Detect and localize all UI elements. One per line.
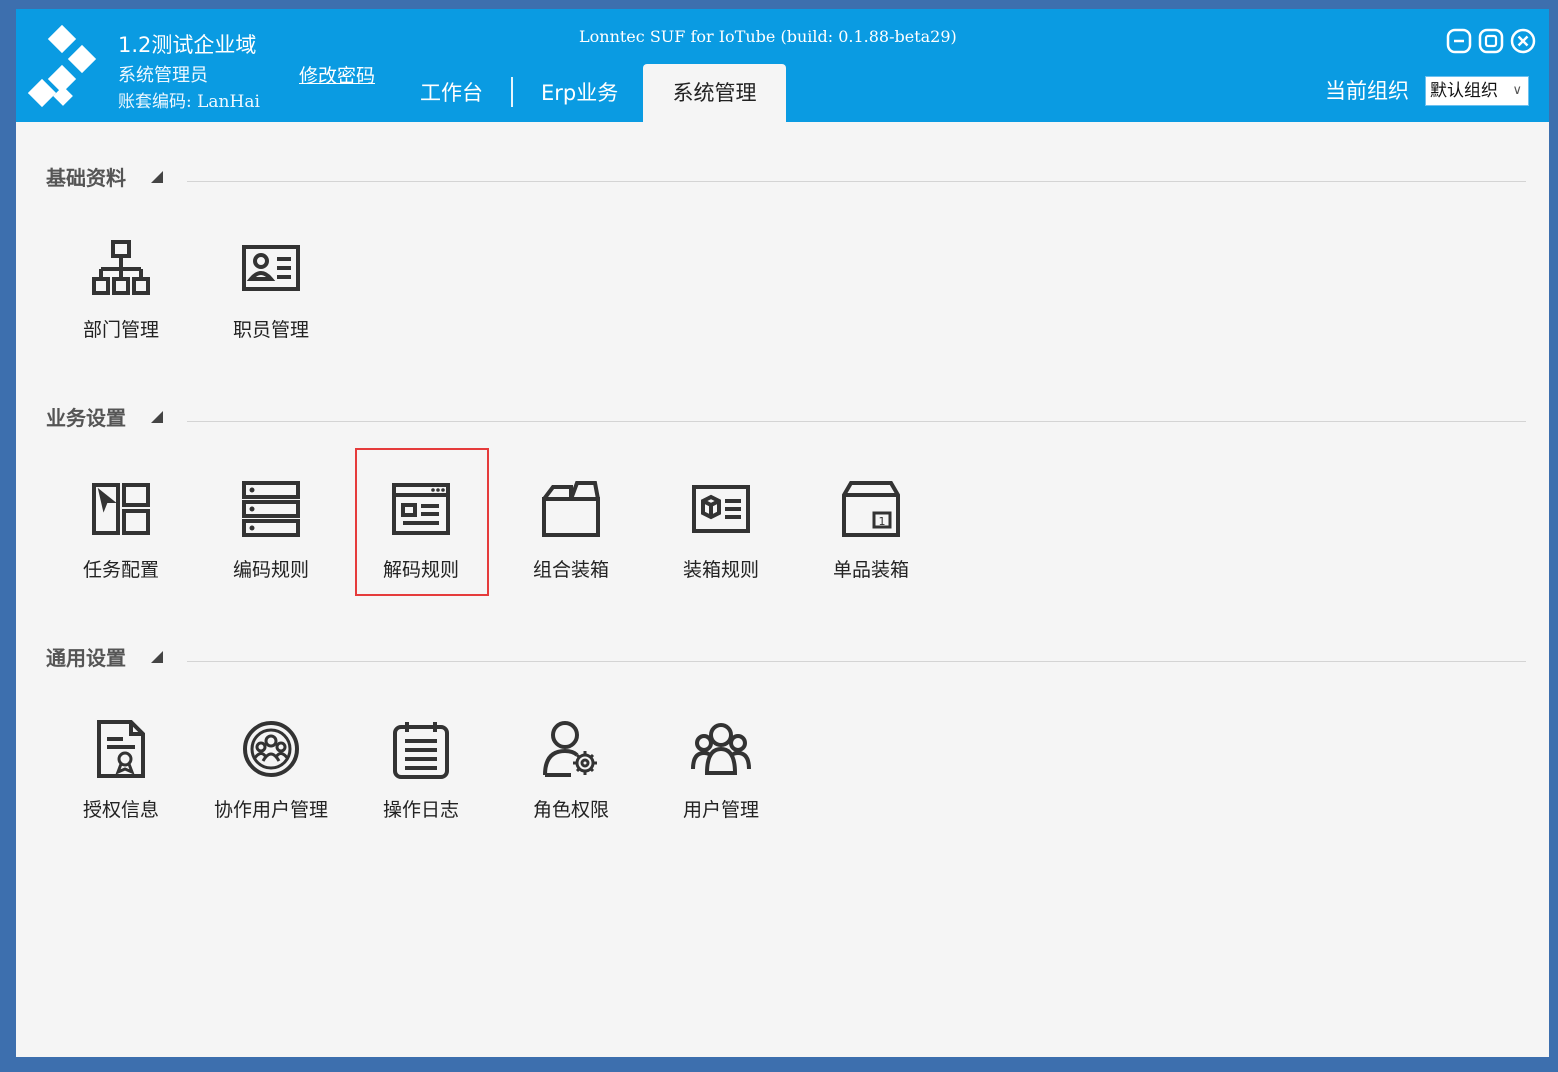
org-select-value: 默认组织 [1430, 81, 1498, 101]
open-box-icon [542, 481, 600, 537]
org-name: 1.2测试企业域 [118, 33, 257, 57]
group-circle-icon [243, 721, 299, 777]
section-title-business-settings: 业务设置 [46, 406, 126, 430]
tile-label: 角色权限 [532, 799, 609, 821]
app-window: 1.2测试企业域 系统管理员 账套编码: LanHai 修改密码 Lonntec… [16, 9, 1549, 1057]
close-icon[interactable] [1510, 28, 1536, 54]
user-role: 系统管理员 [118, 65, 208, 86]
current-org-label: 当前组织 [1325, 79, 1409, 103]
tile-label: 组合装箱 [532, 559, 609, 581]
section-divider [187, 181, 1526, 182]
svg-text:1: 1 [879, 515, 886, 528]
tile-task-config[interactable]: 任务配置 [56, 459, 186, 599]
browser-window-icon [392, 483, 450, 535]
tile-label: 职员管理 [232, 319, 309, 341]
chevron-down-icon: ∨ [1512, 83, 1522, 98]
tile-label: 授权信息 [82, 799, 159, 821]
collapse-triangle-icon[interactable] [151, 651, 163, 663]
user-gear-icon [543, 721, 597, 777]
tab-system-management[interactable]: 系统管理 [643, 64, 786, 122]
box-card-icon [692, 485, 750, 533]
tab-erp-business[interactable]: Erp业务 [541, 64, 618, 122]
tile-label: 任务配置 [82, 559, 159, 581]
section-title-general-settings: 通用设置 [46, 646, 126, 670]
maximize-icon[interactable] [1478, 28, 1504, 54]
id-card-icon [242, 245, 300, 291]
section-divider [187, 661, 1526, 662]
tile-label: 编码规则 [232, 559, 309, 581]
tile-decoding-rules[interactable]: 解码规则 [355, 448, 489, 596]
task-layout-icon [92, 483, 150, 535]
certificate-icon [97, 720, 145, 778]
tile-label: 用户管理 [682, 799, 759, 821]
collapse-triangle-icon[interactable] [151, 171, 163, 183]
tile-role-permissions[interactable]: 角色权限 [506, 699, 636, 839]
tile-collaborative-user-management[interactable]: 协作用户管理 [206, 699, 336, 839]
tile-label: 操作日志 [382, 799, 459, 821]
tab-divider [511, 77, 513, 107]
build-info: Lonntec SUF for IoTube (build: 0.1.88-be… [579, 27, 957, 46]
app-logo-icon [28, 25, 97, 108]
tile-packing-rules[interactable]: 装箱规则 [656, 459, 786, 599]
tile-user-management[interactable]: 用户管理 [656, 699, 786, 839]
header-bar: 1.2测试企业域 系统管理员 账套编码: LanHai 修改密码 Lonntec… [16, 9, 1549, 122]
tile-label: 部门管理 [82, 319, 159, 341]
tile-department-management[interactable]: 部门管理 [56, 219, 186, 359]
users-icon [691, 723, 751, 775]
server-stack-icon [242, 481, 300, 537]
org-chart-icon [92, 240, 150, 295]
tile-staff-management[interactable]: 职员管理 [206, 219, 336, 359]
single-box-icon: 1 [842, 481, 900, 537]
tab-workbench[interactable]: 工作台 [420, 64, 483, 122]
account-code: 账套编码: LanHai [118, 92, 260, 112]
change-password-link[interactable]: 修改密码 [299, 61, 375, 88]
tile-label: 单品装箱 [832, 559, 909, 581]
tile-single-item-packing[interactable]: 1 单品装箱 [806, 459, 936, 599]
section-divider [187, 421, 1526, 422]
tile-encoding-rules[interactable]: 编码规则 [206, 459, 336, 599]
tile-operation-log[interactable]: 操作日志 [356, 699, 486, 839]
collapse-triangle-icon[interactable] [151, 411, 163, 423]
tile-label: 协作用户管理 [213, 799, 328, 821]
tile-combined-packing[interactable]: 组合装箱 [506, 459, 636, 599]
section-title-basic-data: 基础资料 [46, 166, 126, 190]
tile-label: 解码规则 [382, 559, 459, 581]
minimize-icon[interactable] [1446, 28, 1472, 54]
notepad-icon [393, 722, 449, 779]
tile-label: 装箱规则 [682, 559, 759, 581]
org-select[interactable]: 默认组织 ∨ [1425, 76, 1529, 106]
tile-license-info[interactable]: 授权信息 [56, 699, 186, 839]
